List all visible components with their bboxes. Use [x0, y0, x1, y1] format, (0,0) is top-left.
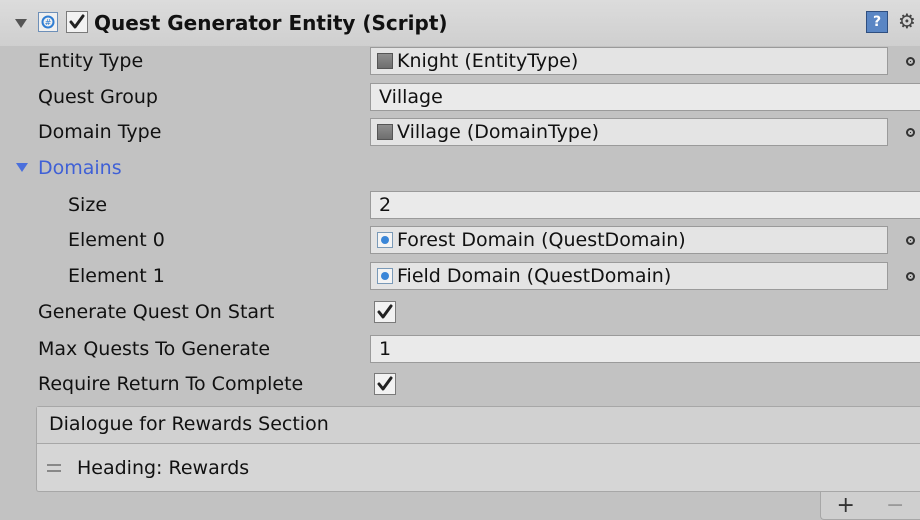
- require-return-checkbox[interactable]: [374, 373, 396, 395]
- domain-type-value: Village (DomainType): [397, 121, 600, 143]
- domain-element-0-value: Forest Domain (QuestDomain): [397, 229, 686, 251]
- component-foldout-arrow[interactable]: [15, 19, 27, 28]
- list-item-label: Heading: Rewards: [77, 457, 250, 479]
- quest-domain-icon: [377, 232, 393, 248]
- max-quests-input[interactable]: 1: [370, 335, 920, 363]
- rewards-list-footer: + −: [820, 492, 920, 520]
- remove-item-button[interactable]: −: [886, 493, 904, 518]
- generate-on-start-checkbox[interactable]: [374, 301, 396, 323]
- rewards-list: Dialogue for Rewards Section Heading: Re…: [36, 406, 920, 492]
- domain-element-0-label: Element 0: [68, 229, 165, 251]
- object-picker-icon[interactable]: [902, 47, 918, 75]
- quest-group-label: Quest Group: [38, 86, 158, 108]
- domain-element-1-label: Element 1: [68, 265, 165, 287]
- component-title: Quest Generator Entity (Script): [94, 11, 448, 35]
- domain-element-1-field[interactable]: Field Domain (QuestDomain): [370, 262, 888, 290]
- entity-type-label: Entity Type: [38, 50, 144, 72]
- entity-type-field[interactable]: Knight (EntityType): [370, 47, 888, 75]
- asset-icon: [377, 53, 393, 69]
- add-item-button[interactable]: +: [837, 493, 855, 518]
- object-picker-icon[interactable]: [902, 262, 918, 290]
- domain-element-0-field[interactable]: Forest Domain (QuestDomain): [370, 226, 888, 254]
- require-return-label: Require Return To Complete: [38, 373, 304, 395]
- script-icon: #: [38, 12, 58, 32]
- object-picker-icon[interactable]: [902, 226, 918, 254]
- gear-icon[interactable]: ⚙: [898, 9, 920, 33]
- domains-size-input[interactable]: 2: [370, 191, 920, 219]
- svg-text:#: #: [45, 18, 52, 27]
- help-icon[interactable]: ?: [866, 11, 888, 33]
- component-enabled-checkbox[interactable]: [66, 11, 88, 33]
- list-item[interactable]: Heading: Rewards: [37, 444, 920, 492]
- checkmark-icon: [377, 376, 393, 391]
- domain-type-field[interactable]: Village (DomainType): [370, 118, 888, 146]
- checkmark-icon: [69, 14, 85, 29]
- quest-domain-icon: [377, 268, 393, 284]
- domains-size-label: Size: [68, 194, 108, 216]
- entity-type-value: Knight (EntityType): [397, 50, 579, 72]
- object-picker-icon[interactable]: [902, 118, 918, 146]
- quest-group-input[interactable]: Village: [370, 83, 920, 111]
- drag-handle-icon[interactable]: [47, 464, 61, 472]
- checkmark-icon: [377, 304, 393, 319]
- domains-foldout-arrow[interactable]: [16, 163, 28, 172]
- domain-element-1-value: Field Domain (QuestDomain): [397, 265, 672, 287]
- generate-on-start-label: Generate Quest On Start: [38, 301, 275, 323]
- rewards-list-header: Dialogue for Rewards Section: [37, 407, 920, 444]
- domain-type-label: Domain Type: [38, 121, 162, 143]
- asset-icon: [377, 124, 393, 140]
- max-quests-label: Max Quests To Generate: [38, 338, 271, 360]
- domains-foldout-label[interactable]: Domains: [38, 153, 122, 183]
